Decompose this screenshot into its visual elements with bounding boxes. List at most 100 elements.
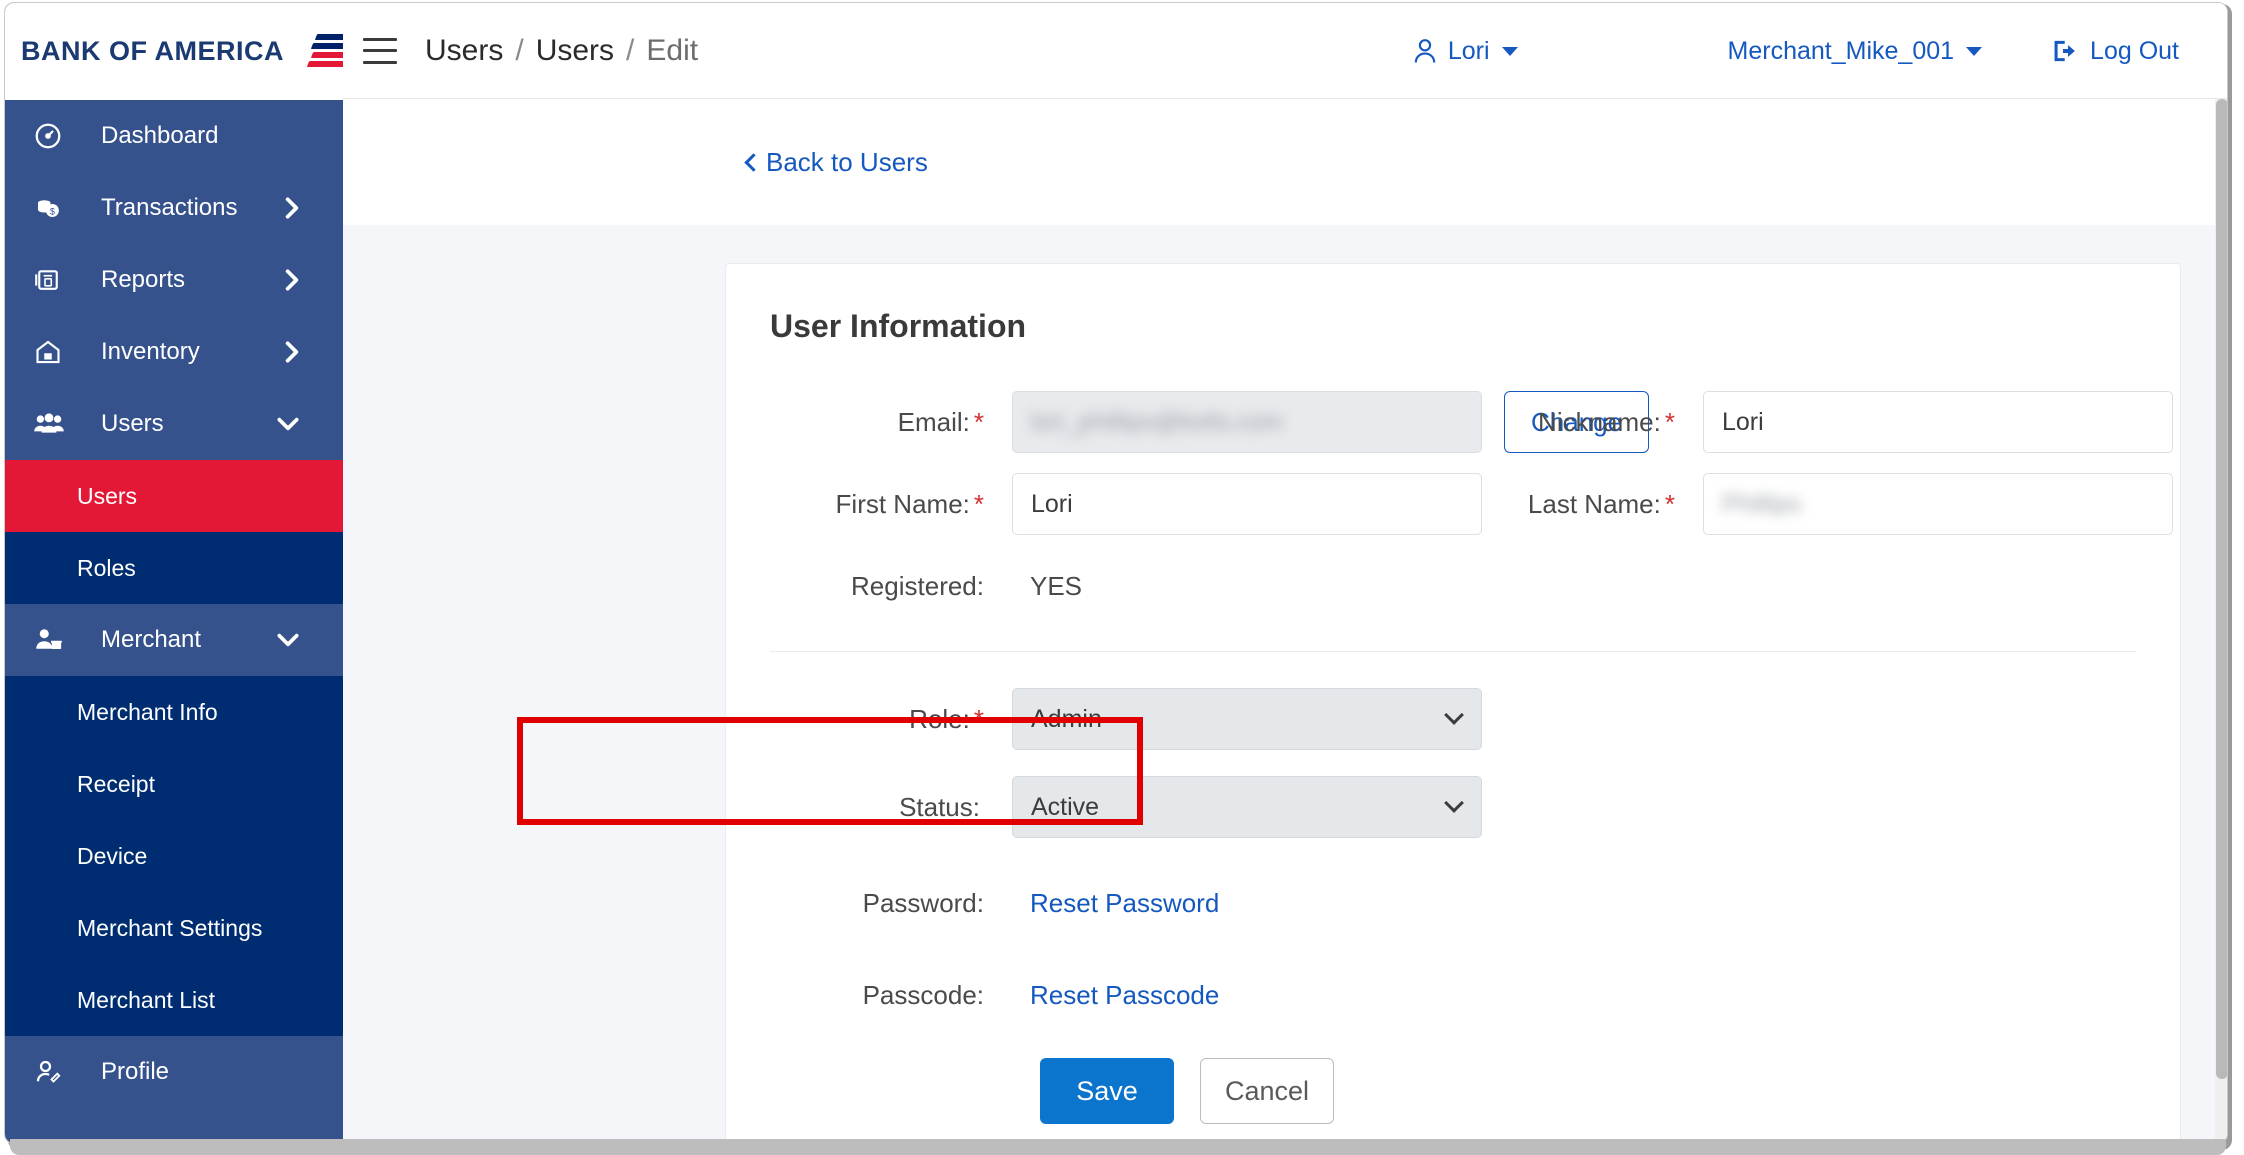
- form-col-left: Registered: YES: [762, 545, 1453, 627]
- person-icon: [1412, 37, 1438, 65]
- nickname-field[interactable]: Lori: [1703, 391, 2173, 453]
- dashboard-icon: [33, 121, 73, 151]
- breadcrumb-separator: /: [515, 33, 524, 67]
- chevron-down-icon: [1444, 793, 1464, 813]
- sidebar-subitem-label: Merchant List: [77, 986, 216, 1013]
- coins-icon: $: [33, 193, 73, 223]
- main-content: Users / Users / Edit Lori Merchant_Mike_…: [343, 3, 2227, 1143]
- required-marker: *: [973, 703, 984, 734]
- sidebar-nav: Dashboard $ Transactions Reports Invento…: [5, 100, 343, 1108]
- first-name-value: Lori: [1031, 489, 1073, 518]
- horizontal-scrollbar[interactable]: [10, 1139, 2226, 1155]
- required-marker: *: [973, 406, 984, 437]
- email-row: Email: * lori_phillips@bofa.com Change: [762, 381, 1650, 463]
- registered-row: Registered: YES: [762, 545, 1453, 627]
- vertical-scrollbar-thumb[interactable]: [2216, 99, 2227, 1079]
- page-title: User Information: [770, 308, 1027, 344]
- role-value: Admin: [1031, 704, 1102, 733]
- brand-logo: BANK OF AMERICA: [5, 3, 343, 100]
- last-name-value: Phillips: [1722, 489, 1802, 518]
- sidebar-subitem-merchant-settings[interactable]: Merchant Settings: [5, 892, 343, 964]
- vertical-scrollbar[interactable]: [2215, 99, 2227, 1143]
- users-group-icon: [33, 409, 73, 439]
- sidebar-item-dashboard[interactable]: Dashboard: [5, 100, 343, 172]
- sidebar-subitem-users[interactable]: Users: [5, 460, 343, 532]
- sidebar-item-profile[interactable]: Profile: [5, 1036, 343, 1108]
- profile-icon: [33, 1057, 73, 1087]
- user-menu-label: Lori: [1447, 36, 1490, 65]
- sidebar-item-reports[interactable]: Reports: [5, 244, 343, 316]
- svg-text:$: $: [50, 206, 55, 216]
- reset-password-link[interactable]: Reset Password: [1012, 888, 1219, 919]
- chevron-down-icon: [275, 415, 301, 433]
- nickname-row: Nickname: * Lori: [1453, 381, 2173, 463]
- section-divider: [770, 651, 2136, 652]
- sidebar-subitem-merchant-info[interactable]: Merchant Info: [5, 676, 343, 748]
- sidebar-item-merchant[interactable]: Merchant: [5, 604, 343, 676]
- form-row-1: Email: * lori_phillips@bofa.com Change N…: [762, 381, 2173, 463]
- form-row-2: First Name: * Lori Last Name: * Phillips: [762, 463, 2173, 545]
- sidebar-item-label: Users: [101, 410, 164, 437]
- reset-passcode-link[interactable]: Reset Passcode: [1012, 980, 1219, 1011]
- form-col-left: Email: * lori_phillips@bofa.com Change: [762, 381, 1650, 463]
- sidebar-subitem-roles[interactable]: Roles: [5, 532, 343, 604]
- sidebar-item-users[interactable]: Users: [5, 388, 343, 460]
- save-button[interactable]: Save: [1040, 1058, 1174, 1124]
- chevron-right-icon: [283, 339, 301, 365]
- first-name-label: First Name: *: [835, 488, 984, 519]
- report-icon: [33, 265, 73, 295]
- back-to-users-link[interactable]: Back to Users: [744, 146, 928, 178]
- registered-label: Registered:: [851, 570, 984, 601]
- status-value: Active: [1031, 792, 1100, 821]
- hamburger-icon[interactable]: [363, 37, 397, 64]
- sidebar-subitem-label: Device: [77, 842, 148, 869]
- bank-of-america-flag-icon: [298, 32, 343, 72]
- sidebar-subitem-label: Merchant Settings: [77, 914, 263, 941]
- sidebar-item-label: Inventory: [101, 338, 200, 365]
- required-marker: *: [973, 488, 984, 519]
- sidebar: BANK OF AMERICA Dashboard $ Transactions…: [5, 3, 343, 1143]
- role-label: Role: *: [909, 703, 984, 734]
- breadcrumb-item-users-2[interactable]: Users: [536, 34, 614, 68]
- sidebar-subitem-label: Users: [77, 482, 138, 509]
- logout-button[interactable]: Log Out: [2052, 37, 2179, 66]
- status-label: Status:: [899, 791, 980, 822]
- nickname-value: Lori: [1722, 407, 1764, 436]
- chevron-down-icon: [1501, 46, 1518, 56]
- back-to-users-label: Back to Users: [766, 146, 928, 177]
- first-name-field[interactable]: Lori: [1012, 473, 1482, 535]
- sidebar-item-label: Dashboard: [101, 122, 219, 149]
- back-bar: Back to Users: [343, 99, 2227, 225]
- user-menu-button[interactable]: Lori: [1412, 37, 1518, 66]
- breadcrumb: Users / Users / Edit: [425, 34, 698, 68]
- status-select[interactable]: Active: [1012, 776, 1482, 838]
- breadcrumb-separator: /: [626, 33, 635, 67]
- top-header: Users / Users / Edit Lori Merchant_Mike_…: [343, 3, 2227, 99]
- last-name-field[interactable]: Phillips: [1703, 473, 2173, 535]
- sidebar-subitem-label: Merchant Info: [77, 698, 218, 725]
- sidebar-subitem-merchant-list[interactable]: Merchant List: [5, 964, 343, 1036]
- brand-name: BANK OF AMERICA: [21, 36, 284, 66]
- sidebar-item-label: Profile: [101, 1058, 170, 1085]
- user-information-card: User Information Email: * lori_phillips@b…: [725, 263, 2181, 1143]
- status-row: Status: Active: [762, 766, 2144, 848]
- first-name-row: First Name: * Lori: [762, 463, 1482, 545]
- cancel-button[interactable]: Cancel: [1200, 1058, 1334, 1124]
- role-row: Role: * Admin: [762, 678, 2144, 760]
- required-marker: *: [1664, 488, 1675, 519]
- sidebar-subitem-receipt[interactable]: Receipt: [5, 748, 343, 820]
- form-col-right: Nickname: * Lori: [1453, 381, 2173, 463]
- sidebar-item-inventory[interactable]: Inventory: [5, 316, 343, 388]
- email-field[interactable]: lori_phillips@bofa.com: [1012, 391, 1482, 453]
- merchant-selector-button[interactable]: Merchant_Mike_001: [1728, 37, 1983, 66]
- sidebar-subitem-device[interactable]: Device: [5, 820, 343, 892]
- sidebar-item-transactions[interactable]: $ Transactions: [5, 172, 343, 244]
- browser-window: BANK OF AMERICA Dashboard $ Transactions…: [4, 2, 2228, 1144]
- breadcrumb-item-users-1[interactable]: Users: [425, 34, 503, 68]
- role-select[interactable]: Admin: [1012, 688, 1482, 750]
- chevron-down-icon: [1966, 46, 1983, 56]
- desktop-background: BANK OF AMERICA Dashboard $ Transactions…: [0, 0, 2244, 1155]
- form-col-left: First Name: * Lori: [762, 463, 1482, 545]
- passcode-row: Passcode: Reset Passcode: [762, 954, 2144, 1036]
- top-header-actions: Lori Merchant_Mike_001 Log Out: [1412, 3, 2227, 99]
